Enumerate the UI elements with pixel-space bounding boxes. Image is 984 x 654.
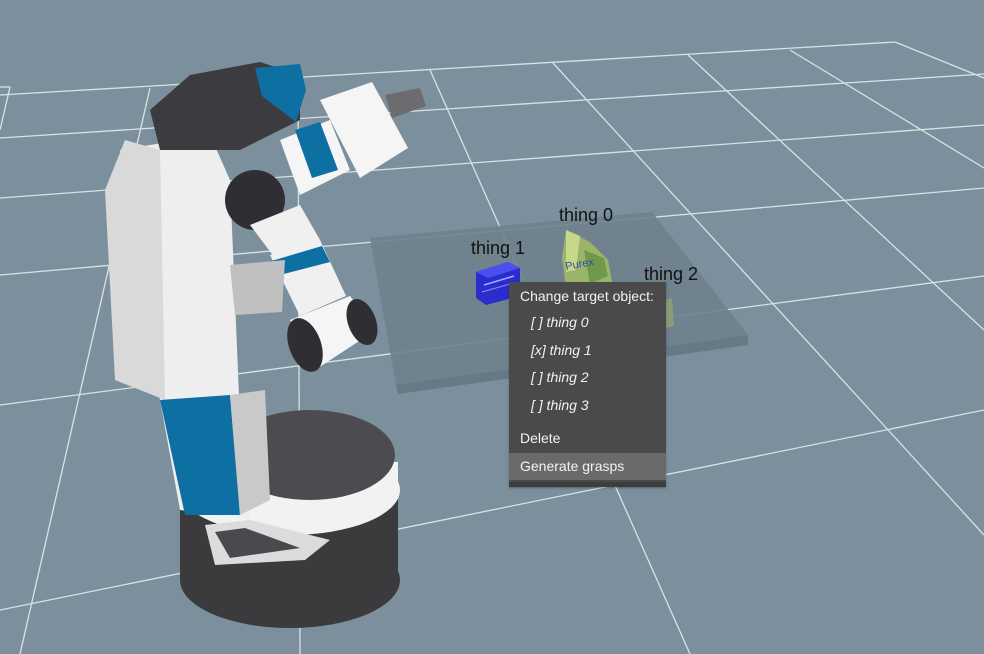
generate-grasps-menu-item[interactable]: Generate grasps <box>509 453 666 480</box>
menu-option-thing-3[interactable]: [ ] thing 3 <box>509 392 666 419</box>
robot-model <box>105 62 426 628</box>
context-menu: Change target object: [ ] thing 0 [x] th… <box>509 282 666 487</box>
3d-viewport[interactable]: Purex <box>0 0 984 654</box>
object-label-thing-0: thing 0 <box>559 205 614 225</box>
menu-footer <box>509 482 666 487</box>
menu-option-thing-0[interactable]: [ ] thing 0 <box>509 309 666 336</box>
object-label-thing-1: thing 1 <box>471 238 526 258</box>
menu-option-thing-1[interactable]: [x] thing 1 <box>509 337 666 364</box>
menu-option-thing-2[interactable]: [ ] thing 2 <box>509 364 666 391</box>
delete-menu-item[interactable]: Delete <box>509 425 666 452</box>
menu-header: Change target object: <box>520 288 654 304</box>
